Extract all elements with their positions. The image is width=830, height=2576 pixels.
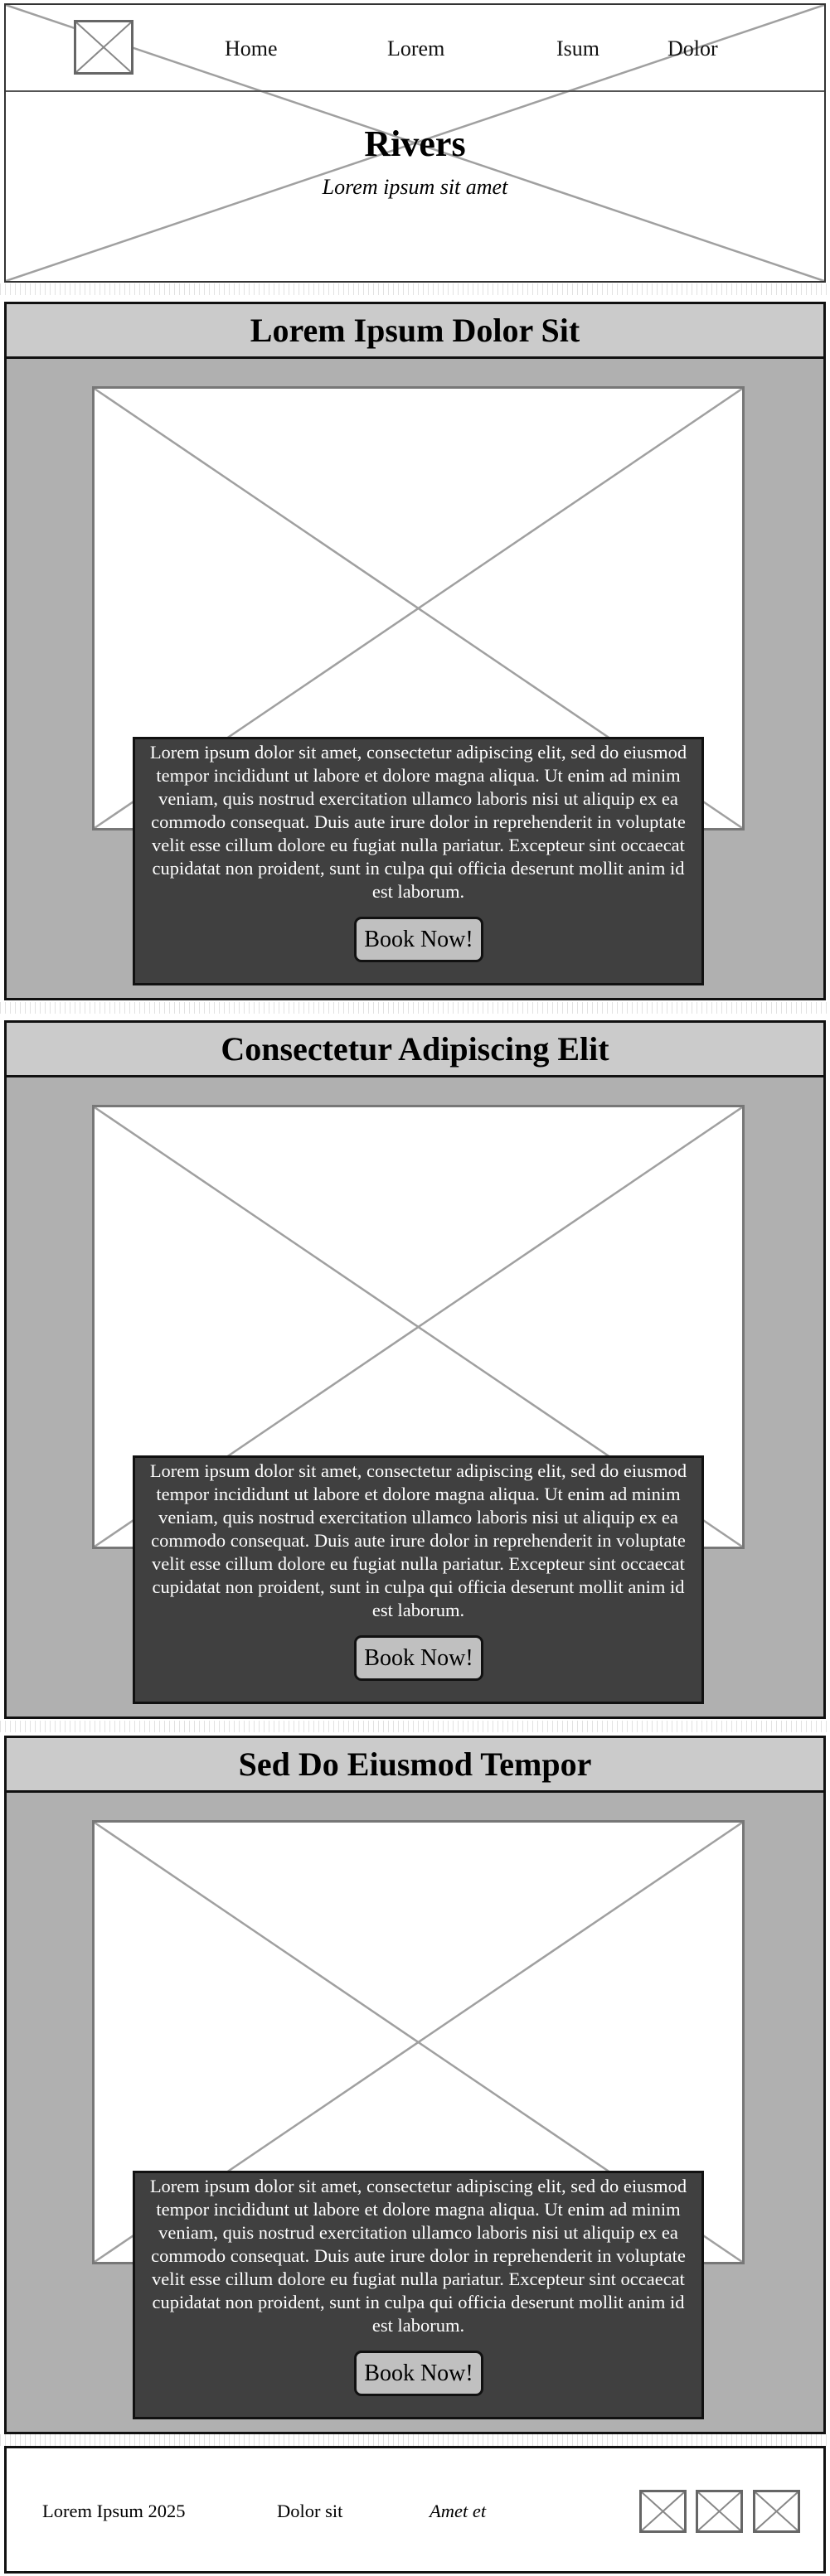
card-text: Lorem ipsum dolor sit amet, consectetur … <box>149 2176 687 2336</box>
section-header: Lorem Ipsum Dolor Sit <box>7 304 823 359</box>
section-title: Lorem Ipsum Dolor Sit <box>250 312 580 349</box>
logo-placeholder-icon[interactable] <box>74 20 133 75</box>
nav-link-dolor[interactable]: Dolor <box>667 36 718 61</box>
section-header: Sed Do Eiusmod Tempor <box>7 1738 823 1793</box>
info-card: Lorem ipsum dolor sit amet, consectetur … <box>133 737 704 985</box>
book-now-button[interactable]: Book Now! <box>354 1635 483 1681</box>
feature-section-2: Consectetur Adipiscing Elit Lorem ipsum … <box>4 1020 826 1719</box>
site-footer: Lorem Ipsum 2025 Dolor sit Amet et <box>4 2446 826 2574</box>
divider <box>0 1721 830 1732</box>
footer-copyright: Lorem Ipsum 2025 <box>42 2501 186 2521</box>
social-placeholder-icon[interactable] <box>696 2490 743 2533</box>
book-now-button[interactable]: Book Now! <box>354 2351 483 2396</box>
site-header: Home Lorem Isum Dolor Rivers Lorem ipsum… <box>4 3 826 283</box>
card-text: Lorem ipsum dolor sit amet, consectetur … <box>149 1460 687 1620</box>
nav-link-lorem[interactable]: Lorem <box>387 36 444 61</box>
feature-section-1: Lorem Ipsum Dolor Sit Lorem ipsum dolor … <box>4 302 826 1000</box>
divider <box>0 283 830 295</box>
main-nav: Home Lorem Isum Dolor <box>6 5 824 92</box>
footer-tagline: Amet et <box>430 2501 487 2521</box>
site-subtitle: Lorem ipsum sit amet <box>322 175 508 199</box>
info-card: Lorem ipsum dolor sit amet, consectetur … <box>133 1455 704 1704</box>
card-text: Lorem ipsum dolor sit amet, consectetur … <box>149 742 687 902</box>
footer-link[interactable]: Dolor sit <box>277 2500 342 2523</box>
divider <box>0 1002 830 1014</box>
social-placeholder-icon[interactable] <box>639 2490 687 2533</box>
site-title: Rivers <box>364 123 466 164</box>
info-card: Lorem ipsum dolor sit amet, consectetur … <box>133 2171 704 2419</box>
section-header: Consectetur Adipiscing Elit <box>7 1023 823 1077</box>
section-title: Sed Do Eiusmod Tempor <box>238 1746 592 1783</box>
social-placeholder-icon[interactable] <box>753 2490 800 2533</box>
book-now-button[interactable]: Book Now! <box>354 917 483 962</box>
section-title: Consectetur Adipiscing Elit <box>221 1030 609 1068</box>
feature-section-3: Sed Do Eiusmod Tempor Lorem ipsum dolor … <box>4 1736 826 2434</box>
divider <box>0 2434 830 2446</box>
nav-link-isum[interactable]: Isum <box>556 36 599 61</box>
nav-link-home[interactable]: Home <box>225 36 278 61</box>
